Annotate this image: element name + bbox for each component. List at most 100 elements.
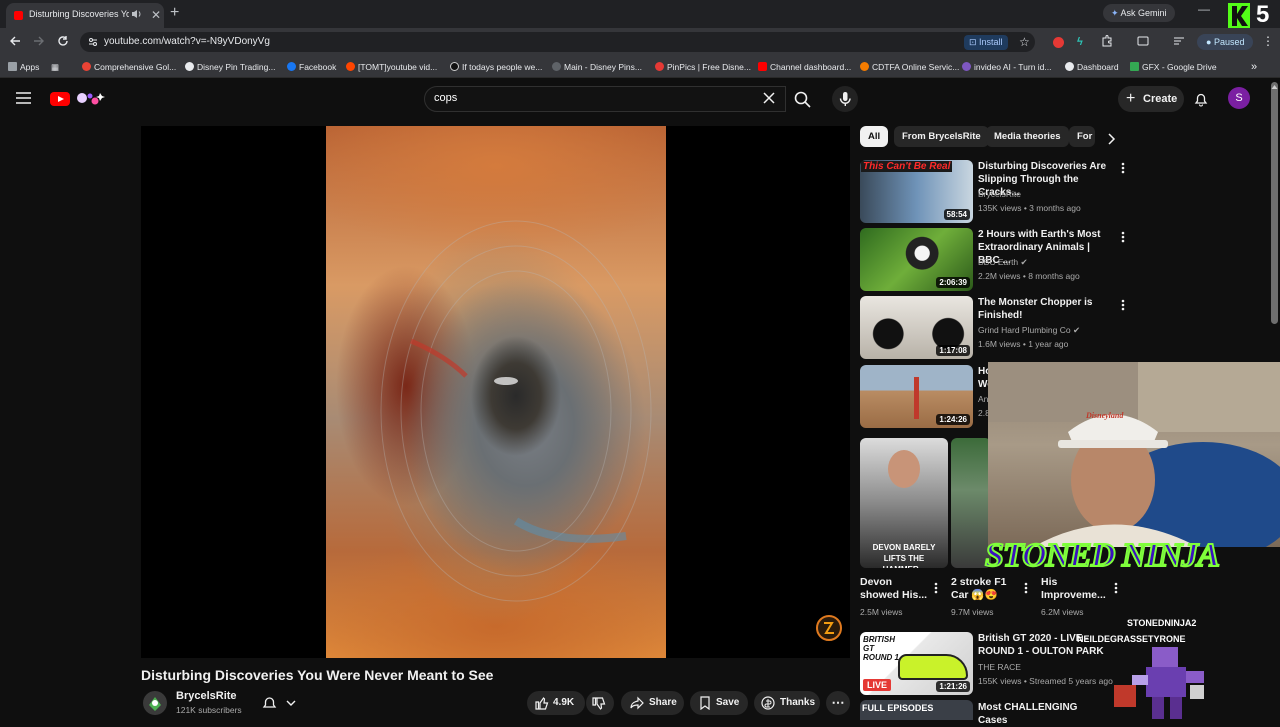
streamer-logo: 5 bbox=[1228, 1, 1276, 29]
notification-bell-button[interactable] bbox=[256, 691, 302, 715]
robot-mascot-graphic bbox=[1112, 645, 1208, 720]
youtube-logo[interactable] bbox=[50, 90, 110, 108]
bookmark-star-icon[interactable]: ☆ bbox=[1019, 35, 1030, 49]
bookmark-item[interactable]: GFX - Google Drive bbox=[1130, 60, 1217, 74]
search-box[interactable] bbox=[424, 86, 786, 112]
install-app-button[interactable]: ⊡ Install bbox=[964, 35, 1008, 50]
chip-for[interactable]: For bbox=[1069, 126, 1095, 147]
rec-channel[interactable]: BrycelsRite bbox=[978, 189, 1021, 199]
more-actions-icon[interactable]: ⋯ bbox=[826, 691, 850, 715]
tab-audio-icon[interactable] bbox=[131, 8, 143, 20]
search-input[interactable]: cops bbox=[434, 92, 457, 104]
create-button[interactable]: + Create bbox=[1118, 86, 1184, 112]
short-menu-icon[interactable] bbox=[1024, 582, 1028, 594]
video-duration: 1:21:26 bbox=[936, 681, 970, 692]
bookmark-item[interactable]: Dashboard bbox=[1065, 60, 1119, 74]
minimize-window-button[interactable]: — bbox=[1198, 2, 1210, 16]
new-tab-button[interactable]: + bbox=[170, 4, 179, 22]
thanks-button[interactable]: Thanks bbox=[754, 691, 820, 715]
clear-search-icon[interactable] bbox=[763, 92, 775, 104]
bookmark-apps[interactable]: Apps bbox=[8, 60, 39, 74]
bookmark-label: CDTFA Online Servic... bbox=[872, 62, 960, 72]
rec-thumbnail[interactable]: 1:24:26 bbox=[860, 365, 973, 428]
bookmark-item[interactable]: Disney Pin Trading... bbox=[185, 60, 275, 74]
rec-thumbnail[interactable]: BRITISH GT ROUND 1 LIVE 1:21:26 bbox=[860, 632, 973, 695]
profile-icon: ● bbox=[1206, 37, 1214, 47]
tab-search-icon[interactable] bbox=[1137, 35, 1149, 47]
channel-avatar[interactable] bbox=[143, 691, 167, 715]
bookmark-label: GFX - Google Drive bbox=[1142, 62, 1217, 72]
rec-channel[interactable]: Grind Hard Plumbing Co ✔ bbox=[978, 325, 1080, 336]
chip-from-channel[interactable]: From BrycelsRite bbox=[894, 126, 989, 147]
browser-tab[interactable]: Disturbing Discoveries You ✕ bbox=[6, 3, 164, 28]
rec-title[interactable]: The Monster Chopper is Finished! bbox=[978, 296, 1106, 322]
profile-paused-button[interactable]: ● Paused bbox=[1197, 34, 1254, 50]
bookmark-item[interactable]: CDTFA Online Servic... bbox=[860, 60, 959, 74]
bookmark-item[interactable]: Main - Disney Pins... bbox=[552, 60, 642, 74]
bookmark-item[interactable]: If todays people we... bbox=[450, 60, 542, 74]
extension-pinterest-icon[interactable] bbox=[1053, 37, 1064, 48]
google-drive-icon bbox=[1130, 62, 1139, 71]
bookmark-item[interactable]: [TOMT]youtube vid... bbox=[346, 60, 437, 74]
tab-close-button[interactable]: ✕ bbox=[151, 8, 161, 22]
rec-thumbnail[interactable]: This Can't Be Real 58:54 bbox=[860, 160, 973, 223]
voice-search-icon[interactable] bbox=[832, 86, 858, 112]
chips-next-icon[interactable] bbox=[1106, 133, 1116, 145]
bookmark-item[interactable]: PinPics | Free Disne... bbox=[655, 60, 751, 74]
back-icon[interactable] bbox=[9, 35, 21, 47]
short-views: 9.7M views bbox=[951, 607, 994, 617]
chip-all[interactable]: All bbox=[860, 126, 889, 147]
rec-menu-icon[interactable] bbox=[1121, 299, 1125, 311]
channel-watermark-logo[interactable] bbox=[815, 614, 843, 642]
browser-menu-icon[interactable]: ⋮ bbox=[1262, 34, 1274, 48]
thumbnail-caption: DEVON BARELY LIFTS THE HAMMER... bbox=[872, 543, 936, 568]
install-label: Install bbox=[979, 37, 1003, 47]
account-avatar[interactable]: S bbox=[1228, 87, 1250, 109]
extensions-puzzle-icon[interactable] bbox=[1101, 35, 1113, 47]
dislike-button[interactable] bbox=[586, 691, 614, 715]
short-title[interactable]: 2 stroke F1 Car 😱😍 bbox=[951, 576, 1017, 602]
short-title[interactable]: Devon showed His... bbox=[860, 576, 930, 602]
rec-thumbnail[interactable]: 2:06:39 bbox=[860, 228, 973, 291]
verified-icon: ✔ bbox=[1072, 325, 1081, 335]
rec-thumbnail[interactable]: FULL EPISODES bbox=[860, 700, 973, 720]
hamburger-menu-icon[interactable] bbox=[16, 92, 31, 104]
reading-list-icon[interactable] bbox=[1173, 35, 1185, 47]
page-scrollbar[interactable] bbox=[1271, 82, 1278, 324]
forward-icon[interactable] bbox=[33, 35, 45, 47]
thumbnail-caption: This Can't Be Real bbox=[861, 161, 953, 172]
tab-groups-icon[interactable]: ▦ bbox=[51, 60, 59, 74]
channel-name[interactable]: BrycelsRite bbox=[176, 690, 237, 702]
rec-thumbnail[interactable]: 1:17:08 bbox=[860, 296, 973, 359]
search-button[interactable] bbox=[786, 86, 820, 112]
short-menu-icon[interactable] bbox=[1114, 582, 1118, 594]
rec-channel[interactable]: BBC Earth ✔ bbox=[978, 257, 1028, 268]
stream-ticker: NEILDEGRASSETYRONE bbox=[1077, 634, 1186, 644]
bookmark-label: Comprehensive Gol... bbox=[94, 62, 177, 72]
rec-menu-icon[interactable] bbox=[1121, 231, 1125, 243]
bookmark-label: If todays people we... bbox=[462, 62, 543, 72]
short-thumbnail[interactable]: DEVON BARELY LIFTS THE HAMMER... bbox=[860, 438, 948, 568]
save-button[interactable]: Save bbox=[690, 691, 748, 715]
chip-media-theories[interactable]: Media theories bbox=[986, 126, 1069, 147]
short-title[interactable]: His Improveme... bbox=[1041, 576, 1111, 602]
like-button[interactable]: 4.9K bbox=[527, 691, 585, 715]
rec-channel[interactable]: THE RACE bbox=[978, 662, 1021, 672]
thumbnail-car bbox=[898, 654, 968, 680]
bookmark-item[interactable]: Channel dashboard... bbox=[758, 60, 851, 74]
bookmark-item[interactable]: Comprehensive Gol... bbox=[82, 60, 176, 74]
site-info-icon[interactable] bbox=[88, 37, 98, 47]
more-bookmarks-icon[interactable]: » bbox=[1251, 60, 1257, 74]
url-text[interactable]: youtube.com/watch?v=-N9yVDonyVg bbox=[104, 36, 270, 47]
extension-tool-icon[interactable]: ϟ bbox=[1077, 36, 1083, 48]
short-menu-icon[interactable] bbox=[934, 582, 938, 594]
share-button[interactable]: Share bbox=[621, 691, 684, 715]
rec-menu-icon[interactable] bbox=[1121, 162, 1125, 174]
rec-title[interactable]: Most CHALLENGING Cases bbox=[978, 701, 1106, 727]
reload-icon[interactable] bbox=[57, 35, 69, 47]
scroll-up-icon[interactable] bbox=[1271, 84, 1278, 92]
ask-gemini-button[interactable]: ✦ Ask Gemini bbox=[1103, 4, 1175, 22]
notifications-bell-icon[interactable] bbox=[1193, 91, 1209, 107]
bookmark-item[interactable]: invideo AI - Turn id... bbox=[962, 60, 1051, 74]
bookmark-item[interactable]: Facebook bbox=[287, 60, 336, 74]
